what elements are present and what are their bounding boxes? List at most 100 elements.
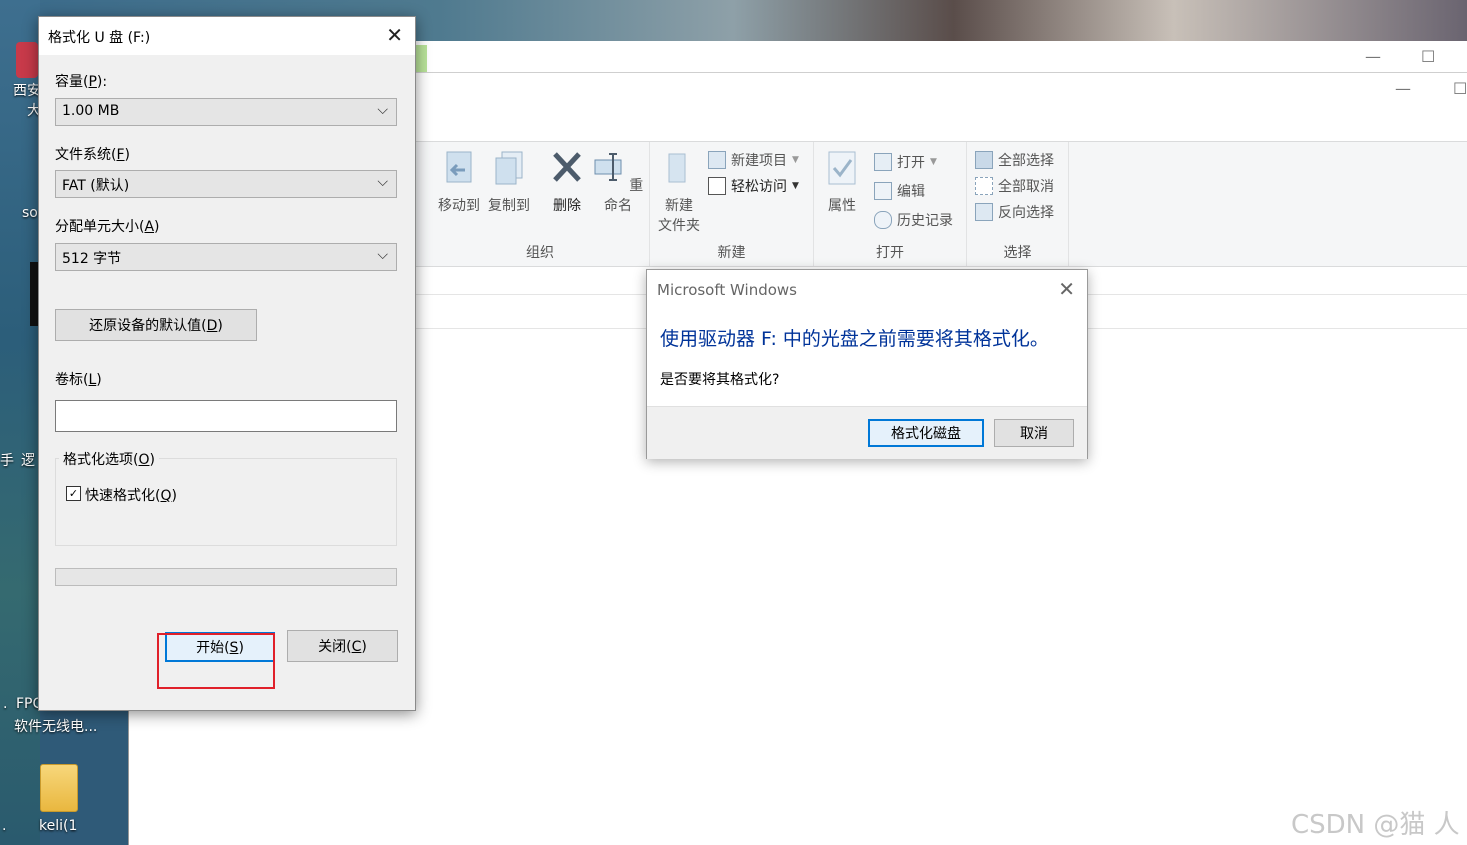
desktop-icon-label[interactable]: 软件无线电... — [14, 716, 97, 736]
filesystem-value: FAT (默认) — [62, 178, 130, 194]
rename-button[interactable]: 重命名 — [591, 150, 645, 216]
dropdown-arrow-icon: ▼ — [930, 157, 937, 167]
dialog-footer: 格式化磁盘 取消 — [647, 406, 1087, 459]
ribbon-group-open: 属性 打开 ▼ 编辑 历史记录 打开 — [814, 142, 967, 266]
format-disk-button[interactable]: 格式化磁盘 — [868, 419, 984, 447]
history-button[interactable]: 历史记录 — [874, 210, 953, 230]
chevron-down-icon: ⌵ — [377, 174, 388, 190]
desktop-icon-label[interactable]: 西安 — [13, 80, 41, 100]
dialog-titlebar: 格式化 U 盘 (F:) ✕ — [39, 17, 415, 55]
ribbon-group-label: 打开 — [876, 245, 904, 261]
history-icon — [874, 211, 892, 229]
filesystem-label: 文件系统(F) — [55, 147, 130, 163]
edit-label: 编辑 — [897, 184, 925, 200]
easy-access-button[interactable]: 轻松访问 ▼ — [708, 176, 799, 196]
ribbon-group-new: 新建 文件夹 新建项目 ▼ 轻松访问 ▼ 新建 — [650, 142, 814, 266]
dialog-title: 格式化 U 盘 (F:) — [48, 30, 151, 46]
dialog-main-instruction: 使用驱动器 F: 中的光盘之前需要将其格式化。 — [660, 328, 1049, 350]
delete-button[interactable]: 删除 — [545, 150, 589, 216]
chevron-down-icon: ⌵ — [377, 247, 388, 263]
folder-icon[interactable] — [40, 764, 78, 812]
volume-label-label: 卷标(L) — [55, 372, 102, 388]
edit-button[interactable]: 编辑 — [874, 181, 925, 201]
easy-access-icon — [708, 177, 726, 195]
new-folder-label-line1: 新建 — [665, 198, 693, 214]
select-all-button[interactable]: 全部选择 — [975, 150, 1054, 170]
format-options-label: 格式化选项(O) — [59, 449, 159, 469]
new-item-icon — [708, 151, 726, 169]
dropdown-arrow-icon: ▼ — [792, 155, 799, 165]
quick-format-checkbox[interactable]: ✓ — [66, 486, 81, 501]
edit-icon — [874, 182, 892, 200]
allocation-unit-label: 分配单元大小(A) — [55, 219, 160, 235]
quick-format-label[interactable]: 快速格式化(Q) — [85, 485, 177, 505]
watermark: CSDN @猫 人 — [1291, 810, 1460, 840]
minimize-icon[interactable]: — — [1365, 47, 1381, 66]
open-button[interactable]: 打开 ▼ — [874, 152, 937, 172]
close-icon[interactable]: ✕ — [386, 23, 403, 47]
format-prompt-dialog: Microsoft Windows ✕ 使用驱动器 F: 中的光盘之前需要将其格… — [646, 269, 1088, 459]
close-button[interactable]: 关闭(C) — [287, 630, 398, 662]
minimize-icon[interactable]: — — [1395, 79, 1411, 98]
easy-access-label: 轻松访问 — [731, 179, 787, 195]
desktop-icon-label[interactable]: 手 — [0, 450, 14, 470]
new-folder-label-line2: 文件夹 — [658, 218, 700, 234]
filesystem-select[interactable]: FAT (默认) ⌵ — [55, 170, 397, 198]
capacity-label: 容量(P): — [55, 74, 108, 90]
dialog-title: Microsoft Windows — [657, 281, 797, 299]
move-to-button[interactable]: 移动到 — [435, 150, 483, 216]
copy-to-label: 复制到 — [488, 198, 530, 214]
select-none-icon — [975, 177, 993, 195]
ribbon-group-label: 组织 — [526, 245, 554, 261]
new-item-label: 新建项目 — [731, 153, 787, 169]
ribbon-group-label: 选择 — [1003, 245, 1032, 261]
open-label: 打开 — [897, 155, 925, 171]
properties-label: 属性 — [828, 198, 856, 214]
capacity-value: 1.00 MB — [62, 103, 120, 119]
annotation-highlight-box — [157, 633, 275, 689]
rename-icon — [594, 153, 622, 181]
allocation-unit-select[interactable]: 512 字节 ⌵ — [55, 243, 397, 271]
properties-icon — [828, 151, 856, 185]
delete-icon — [553, 152, 581, 182]
new-item-button[interactable]: 新建项目 ▼ — [708, 150, 799, 170]
chevron-down-icon: ⌵ — [377, 102, 388, 118]
history-label: 历史记录 — [897, 213, 953, 229]
move-to-label: 移动到 — [438, 198, 480, 214]
open-icon — [874, 153, 892, 171]
volume-label-input[interactable] — [55, 400, 397, 432]
desktop-icon-label[interactable]: keli(1 — [39, 818, 77, 834]
format-drive-dialog: 格式化 U 盘 (F:) ✕ 容量(P): 1.00 MB ⌵ 文件系统(F) … — [38, 16, 416, 711]
move-to-icon — [446, 151, 472, 183]
desktop-app-icon[interactable] — [16, 42, 38, 78]
select-all-label: 全部选择 — [998, 153, 1054, 169]
restore-defaults-button[interactable]: 还原设备的默认值(D) — [55, 309, 257, 341]
capacity-select[interactable]: 1.00 MB ⌵ — [55, 98, 397, 126]
dialog-content-text: 是否要将其格式化? — [660, 372, 780, 388]
maximize-icon[interactable]: ☐ — [1453, 79, 1467, 98]
properties-button[interactable]: 属性 — [822, 150, 862, 216]
maximize-icon[interactable]: ☐ — [1421, 47, 1435, 66]
desktop-icon-label[interactable]: so — [22, 205, 38, 221]
cancel-button[interactable]: 取消 — [994, 419, 1074, 447]
select-none-label: 全部取消 — [998, 179, 1054, 195]
desktop-icon-label[interactable]: 逻 — [21, 450, 35, 470]
ribbon-group-organize: 移动到 复制到 删除 重命名 组织 — [431, 142, 650, 266]
select-all-icon — [975, 151, 993, 169]
ribbon-group-label: 新建 — [717, 245, 746, 261]
desktop-icon-label[interactable]: . — [3, 696, 7, 712]
select-none-button[interactable]: 全部取消 — [975, 176, 1054, 196]
new-folder-icon — [668, 153, 686, 183]
dropdown-arrow-icon: ▼ — [792, 181, 799, 191]
copy-to-button[interactable]: 复制到 — [485, 150, 533, 216]
invert-selection-button[interactable]: 反向选择 — [975, 202, 1054, 222]
invert-selection-icon — [975, 203, 993, 221]
format-progress-bar — [55, 568, 397, 586]
invert-selection-label: 反向选择 — [998, 205, 1054, 221]
new-folder-button[interactable]: 新建 文件夹 — [654, 150, 704, 236]
allocation-unit-value: 512 字节 — [62, 251, 122, 267]
copy-to-icon — [495, 151, 523, 185]
delete-label: 删除 — [553, 198, 581, 214]
close-icon[interactable]: ✕ — [1058, 277, 1075, 301]
desktop-icon-label[interactable]: . — [2, 818, 6, 834]
